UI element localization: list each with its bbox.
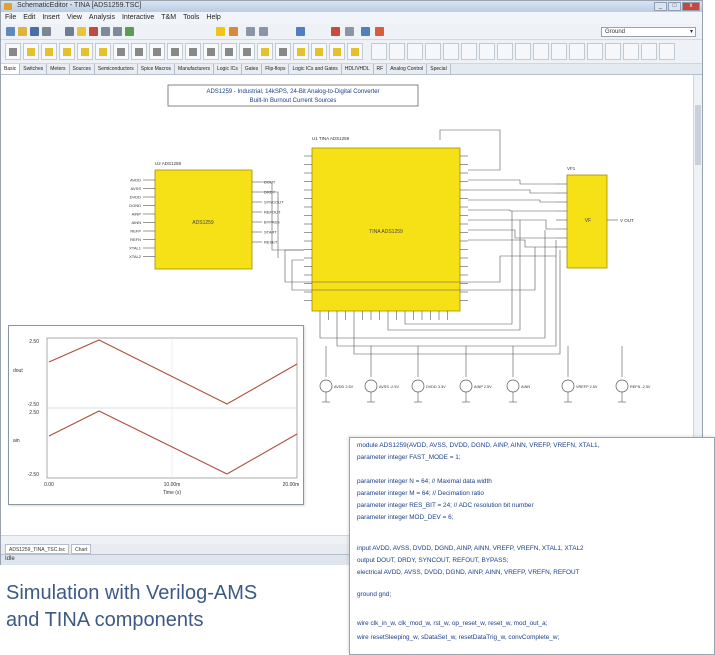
pin-label: REFN <box>130 237 141 242</box>
chip-right-name: VF <box>585 218 591 224</box>
right-out-label: V OUT <box>620 218 634 223</box>
voltage-source[interactable] <box>459 379 473 393</box>
source-label: VREFP 2.5V <box>576 385 598 389</box>
chip-left-label: U2 ADS1259 <box>155 161 182 166</box>
x-axis-label: Time (s) <box>163 490 181 496</box>
source-label: AVSS -2.5V <box>379 385 399 389</box>
wire <box>468 199 556 203</box>
code-line: electrical AVDD, AVSS, DVDD, DGND, AINP,… <box>357 569 580 576</box>
code-line: ground gnd; <box>357 591 392 598</box>
code-line: parameter integer MOD_DEV = 6; <box>357 514 454 521</box>
pin-label: AINN <box>131 220 141 225</box>
code-line: input AVDD, AVSS, DVDD, DGND, AINP, AINN… <box>357 545 584 552</box>
pin-label: DGND <box>129 203 141 208</box>
voltage-source[interactable] <box>364 379 378 393</box>
code-line: parameter integer FAST_MODE = 1; <box>357 454 461 461</box>
x-tick: 0.00 <box>44 482 54 488</box>
code-line: module ADS1259(AVDD, AVSS, DVDD, DGND, A… <box>357 442 600 449</box>
status-text: Idle <box>5 556 15 562</box>
source-label: AINP 2.5V <box>474 385 492 389</box>
pin-label: REFP <box>130 229 141 234</box>
voltage-source[interactable] <box>506 379 520 393</box>
code-line: output DOUT, DRDY, SYNCOUT, REFOUT, BYPA… <box>357 557 509 564</box>
chip-mid-label: U1 TINA ADS1259 <box>312 136 350 141</box>
wire <box>468 189 556 194</box>
pin-label: XTAL1 <box>129 246 142 251</box>
voltage-source[interactable] <box>319 379 333 393</box>
voltage-source[interactable] <box>561 379 575 393</box>
source-label: DVDD 3.3V <box>426 385 446 389</box>
top-ymax: 2.50 <box>29 339 39 345</box>
pin-label: AVDD <box>130 178 141 183</box>
chip-left-name: ADS1259 <box>192 220 214 226</box>
pin-label: DVDD <box>130 195 141 200</box>
code-line: parameter integer RES_BIT = 24; // ADC r… <box>357 502 534 509</box>
chip-right-pins <box>556 183 567 248</box>
wire <box>468 209 556 212</box>
code-line: wire resetSleeping_w, sDataSet_w, resetD… <box>357 634 560 641</box>
chip-mid-name: TINA ADS1259 <box>369 229 403 235</box>
wire <box>468 179 556 185</box>
doc-tab-schematic[interactable]: ADS1259_TINA_TSC.tsc <box>5 544 70 554</box>
chip-right-label: VF1 <box>567 166 576 171</box>
waveform-window[interactable]: 2.50 -2.50 dout 2.50 -2.50 ain 0.00 10.0… <box>8 325 304 505</box>
pin-label: AVSS <box>131 186 142 191</box>
caption-line2: and TINA components <box>6 609 204 631</box>
code-line: parameter integer N = 64; // Maximal dat… <box>357 478 492 485</box>
pin-label: SYNCOUT <box>264 200 284 205</box>
bottom-ymin: -2.50 <box>28 472 40 478</box>
verilog-code-panel: module ADS1259(AVDD, AVSS, DVDD, DGND, A… <box>349 437 715 655</box>
voltage-source[interactable] <box>411 379 425 393</box>
bottom-ymax: 2.50 <box>29 410 39 416</box>
source-label: REFN -2.5V <box>630 385 651 389</box>
pin-label: REFOUT <box>264 210 281 215</box>
x-tick: 20.00m <box>283 482 300 488</box>
doc-tab-chart[interactable]: Chart <box>71 544 92 554</box>
bottom-trace-label: ain <box>13 438 20 444</box>
code-line: wire clk_in_w, clk_mod_w, rst_w, op_rese… <box>357 620 548 627</box>
source-label: AINN <box>521 385 530 389</box>
pin-label: RESET <box>264 240 278 245</box>
stage: SchematicEditor - TINA [ADS1259.TSC] _ □… <box>0 0 715 655</box>
schematic-title-line1: ADS1259 - Industrial, 14kSPS, 24-Bit Ana… <box>206 89 379 95</box>
waveform-chart: 2.50 -2.50 dout 2.50 -2.50 ain 0.00 10.0… <box>13 337 300 496</box>
voltage-sources: AVDD 2.5V AVSS -2.5V DVDD 3.3V AINP 2.5V AIN… <box>319 346 651 403</box>
top-ymin: -2.50 <box>28 402 40 408</box>
source-label: AVDD 2.5V <box>334 385 354 389</box>
pin-label: XTAL2 <box>129 254 142 259</box>
pin-label: AINP <box>132 212 142 217</box>
schematic-title-line2: Built-In Burnout Current Sources <box>250 98 337 104</box>
x-tick: 10.00m <box>164 482 181 488</box>
caption-line1: Simulation with Verilog-AMS <box>6 582 258 604</box>
voltage-source[interactable] <box>615 379 629 393</box>
top-trace-label: dout <box>13 368 23 374</box>
caption: Simulation with Verilog-AMS and TINA com… <box>6 580 257 634</box>
code-line: parameter integer M = 64; // Decimation … <box>357 490 484 497</box>
pin-label: START <box>264 230 277 235</box>
